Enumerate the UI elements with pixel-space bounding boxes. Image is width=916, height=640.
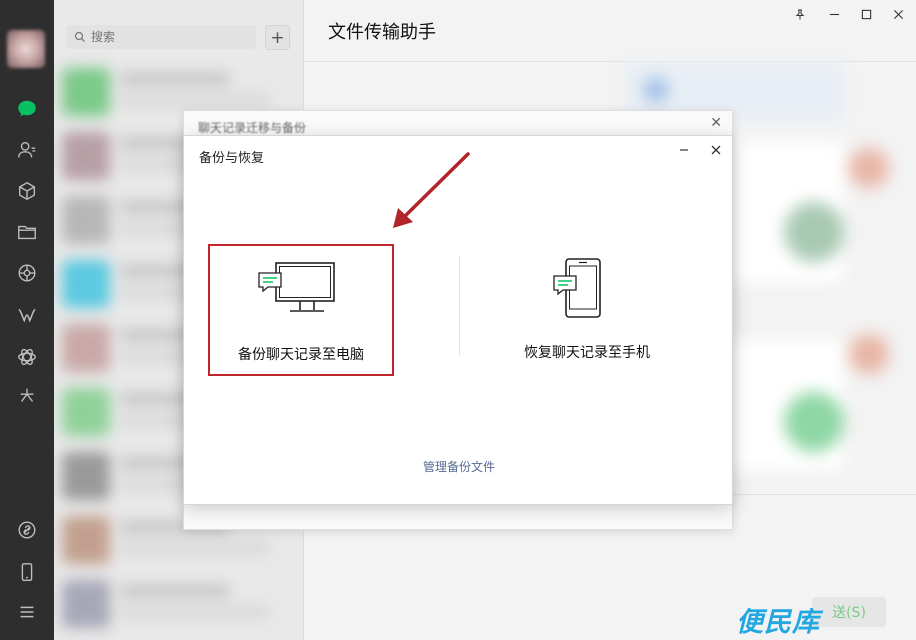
pin-icon[interactable] [792,6,808,22]
chat-icon[interactable] [15,97,39,121]
mini-programs-icon[interactable] [15,345,39,369]
close-icon[interactable] [708,140,724,160]
maximize-icon[interactable] [858,6,874,22]
link-icon[interactable] [15,518,39,542]
add-button[interactable]: + [265,25,290,50]
files-icon[interactable] [15,220,39,244]
close-icon[interactable] [890,6,906,22]
search-input[interactable] [91,30,241,44]
minimize-icon[interactable] [826,6,842,22]
annotation-arrow-icon [393,152,470,228]
phone-icon[interactable] [15,560,39,584]
chat-header: 文件传输助手 [304,0,916,62]
divider [459,256,460,356]
search-discover-icon[interactable] [15,384,39,408]
menu-icon[interactable] [15,600,39,624]
contacts-icon[interactable] [15,138,39,162]
search-icon [74,31,85,42]
backup-option-label: 备份聊天记录至电脑 [238,347,364,363]
moments-icon[interactable] [15,261,39,285]
minimize-icon[interactable] [676,140,692,160]
chat-title: 文件传输助手 [328,22,436,43]
avatar[interactable] [7,30,45,68]
search-box[interactable] [66,25,256,49]
manage-backup-files-link[interactable]: 管理备份文件 [184,458,734,475]
backup-to-pc-button[interactable]: 备份聊天记录至电脑 [208,244,394,376]
list-item[interactable] [62,574,298,634]
dialog-title: 备份与恢复 [199,151,265,166]
restore-to-phone-button[interactable]: 恢复聊天记录至手机 [494,244,680,376]
send-button[interactable]: 送(S) [812,597,886,627]
watermark: 便民库 [736,607,820,638]
restore-option-label: 恢复聊天记录至手机 [524,345,650,361]
computer-icon [258,262,335,312]
plus-icon: + [270,27,285,48]
favorites-icon[interactable] [15,179,39,203]
migrate-backup-title: 聊天记录迁移与备份 [198,121,307,135]
phone-icon [553,258,601,318]
close-icon[interactable]: ✕ [710,115,722,131]
nav-bar [0,0,54,640]
channels-icon[interactable] [15,304,39,328]
